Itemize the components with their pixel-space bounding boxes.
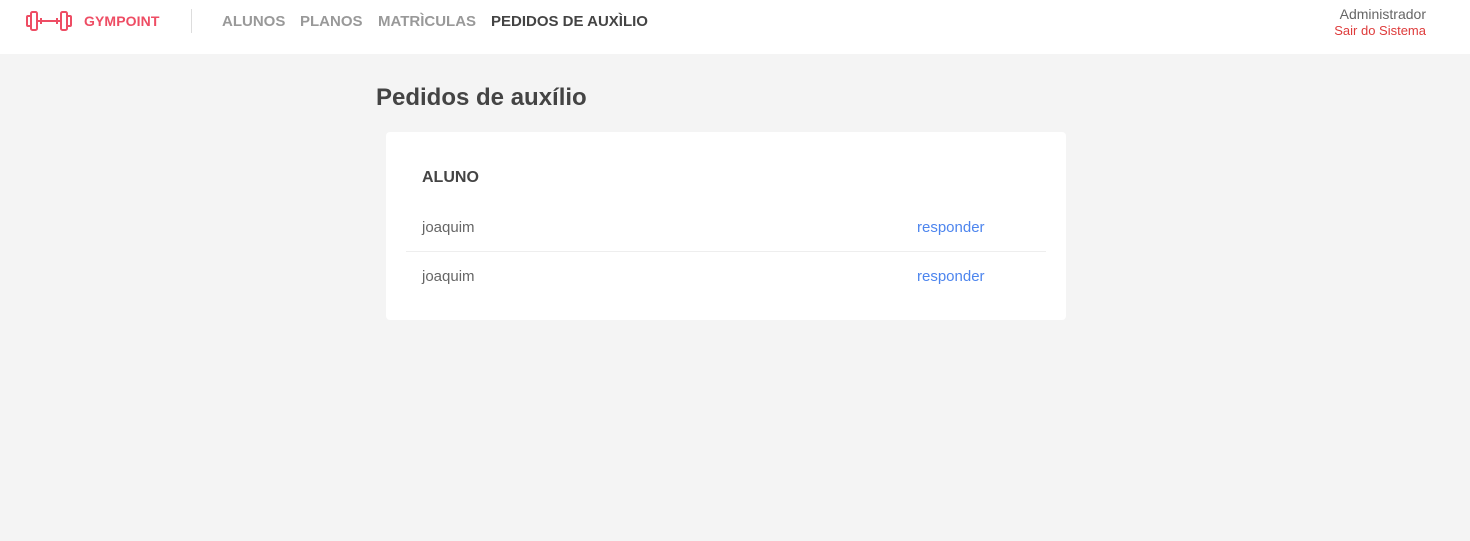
respond-link[interactable]: responder [917, 268, 985, 285]
header-divider [191, 9, 192, 33]
requests-table-card: ALUNO joaquim responder joaquim responde… [386, 132, 1066, 320]
user-name: Administrador [1339, 6, 1426, 22]
top-header: GYMPOINT ALUNOS PLANOS MATRÌCULAS PEDIDO… [0, 0, 1470, 54]
table-row: joaquim responder [406, 203, 1046, 252]
nav-pedidos-de-auxilio[interactable]: PEDIDOS DE AUXÌLIO [491, 13, 648, 30]
nav-planos[interactable]: PLANOS [300, 13, 363, 30]
page-title: Pedidos de auxílio [376, 84, 587, 111]
nav-matriculas[interactable]: MATRÌCULAS [378, 13, 476, 30]
column-header-aluno: ALUNO [422, 169, 479, 186]
student-name: joaquim [422, 268, 475, 285]
table-row: joaquim responder [406, 252, 1046, 300]
student-name: joaquim [422, 219, 475, 236]
brand-name[interactable]: GYMPOINT [84, 13, 159, 29]
respond-link[interactable]: responder [917, 219, 985, 236]
logout-link[interactable]: Sair do Sistema [1334, 23, 1426, 38]
nav-alunos[interactable]: ALUNOS [222, 13, 285, 30]
dumbbell-icon[interactable] [26, 9, 72, 33]
